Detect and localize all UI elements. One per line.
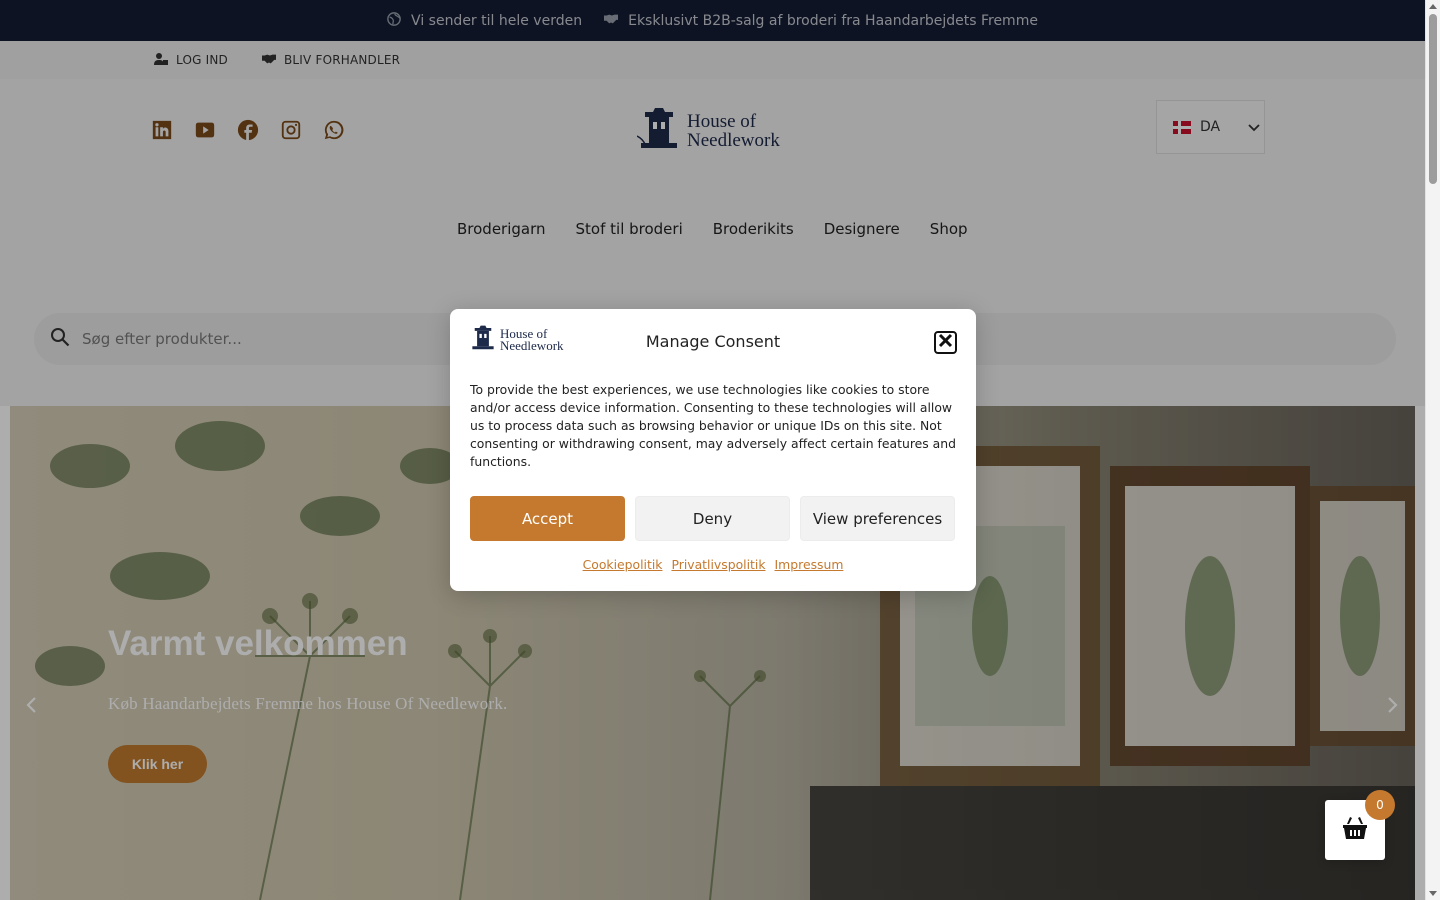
accept-button[interactable]: Accept — [470, 496, 625, 541]
consent-title: Manage Consent — [645, 332, 781, 351]
view-preferences-button[interactable]: View preferences — [800, 496, 955, 541]
scroll-up-icon[interactable] — [1429, 4, 1437, 9]
scrollbar-thumb[interactable] — [1429, 14, 1437, 184]
basket-icon — [1343, 817, 1367, 843]
consent-policy-links: Cookiepolitik Privatlivspolitik Impressu… — [450, 557, 976, 572]
close-button[interactable] — [934, 331, 957, 354]
floating-cart-button[interactable]: 0 — [1325, 790, 1395, 860]
deny-button[interactable]: Deny — [635, 496, 790, 541]
cart-count-badge: 0 — [1365, 790, 1395, 820]
consent-buttons: Accept Deny View preferences — [470, 496, 955, 541]
close-icon — [938, 333, 953, 352]
cookie-policy-link[interactable]: Cookiepolitik — [583, 557, 663, 572]
consent-dialog: House of Needlework Manage Consent To pr… — [450, 309, 976, 591]
consent-body: To provide the best experiences, we use … — [470, 382, 956, 469]
privacy-policy-link[interactable]: Privatlivspolitik — [671, 557, 765, 572]
scroll-down-icon[interactable] — [1429, 891, 1437, 896]
page-scrollbar[interactable] — [1425, 0, 1440, 900]
impressum-link[interactable]: Impressum — [775, 557, 844, 572]
